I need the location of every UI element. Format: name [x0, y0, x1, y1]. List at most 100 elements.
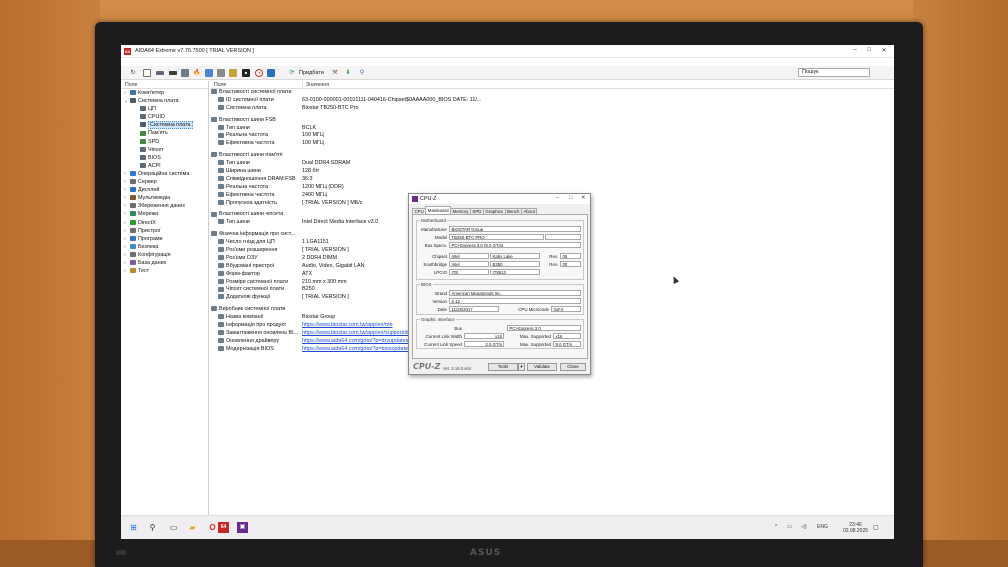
- tree-item[interactable]: BIOS: [121, 154, 208, 162]
- tree-item-label: ЦП: [148, 106, 156, 113]
- gi-max-width-value: x16: [553, 333, 581, 339]
- property-field-label: Назва компанії: [226, 314, 264, 321]
- tree-item[interactable]: SPD: [121, 138, 208, 146]
- property-row[interactable]: ID системної плати 63-0100-000001-0010111…: [210, 97, 894, 105]
- wrench-icon[interactable]: [229, 69, 237, 77]
- tree-item[interactable]: › Пристрої: [121, 227, 208, 235]
- property-field: Реальна частота: [218, 184, 268, 192]
- section-header-row[interactable]: Властивості шини FSB: [210, 117, 894, 125]
- cpuz-version: Ver. 2.16.0.x64: [443, 366, 471, 371]
- tree-item[interactable]: › Мережа: [121, 210, 208, 218]
- cpuz-titlebar[interactable]: CPU-Z – □ ✕: [409, 194, 590, 204]
- tree-item[interactable]: › Комп'ютер: [121, 89, 208, 97]
- monitor-icon[interactable]: [267, 69, 275, 77]
- cpuz-tools-button[interactable]: Tools: [488, 363, 518, 371]
- property-row[interactable]: Ширина шини 128 біт: [210, 168, 894, 176]
- property-icon: [211, 152, 217, 158]
- section-header-row[interactable]: Властивості системної плати: [210, 89, 894, 97]
- wall-right: [913, 0, 1008, 567]
- tree-item-icon: [130, 227, 136, 233]
- window-titlebar[interactable]: 64 AIDA64 Extreme v7.70.7500 [ TRIAL VER…: [121, 45, 894, 58]
- cpuz-tab[interactable]: Mainboard: [425, 206, 452, 214]
- tray-chevron-icon[interactable]: ^: [775, 524, 777, 530]
- search-icon[interactable]: ⚲: [358, 69, 366, 77]
- tree-item[interactable]: › Мультимедіа: [121, 194, 208, 202]
- notification-icon[interactable]: ▢: [873, 524, 879, 531]
- tree-item[interactable]: › Тест: [121, 267, 208, 275]
- cpuz-app-icon: [412, 196, 418, 202]
- property-row[interactable]: Тип шини Dual DDR4 SDRAM: [210, 160, 894, 168]
- minimize-icon[interactable]: –: [848, 47, 862, 53]
- property-link[interactable]: https://www.biostar.com.tw/app/en/mb: [302, 322, 392, 330]
- maximize-icon[interactable]: □: [862, 47, 876, 53]
- refresh-icon[interactable]: ↻: [129, 69, 137, 77]
- column-header-field[interactable]: Поле: [214, 81, 226, 89]
- property-field: Роз'єми ОЗУ: [218, 255, 258, 263]
- benchmark-icon[interactable]: ■: [242, 69, 250, 77]
- taskbar-search-icon[interactable]: ⚲: [147, 522, 158, 533]
- cpuz-close-icon[interactable]: ✕: [581, 195, 586, 201]
- tree-item[interactable]: CPUID: [121, 113, 208, 121]
- opera-icon[interactable]: O: [207, 522, 218, 533]
- cart-icon[interactable]: ⟳: [288, 69, 296, 77]
- tree-item[interactable]: › Програми: [121, 235, 208, 243]
- tree-item[interactable]: ACPI: [121, 162, 208, 170]
- tree-item[interactable]: › Безпека: [121, 243, 208, 251]
- tree-item-icon: [130, 235, 136, 241]
- property-row[interactable]: Реальна частота 1200 МГЦ (DDR): [210, 184, 894, 192]
- model-value: TB250-BTC PRO: [449, 234, 544, 240]
- memory-icon[interactable]: [169, 71, 177, 75]
- report-icon[interactable]: [143, 69, 151, 77]
- cpuz-close-button[interactable]: Close: [560, 363, 586, 371]
- network-icon[interactable]: [217, 69, 225, 77]
- tree-item[interactable]: › Сервер: [121, 178, 208, 186]
- task-view-icon[interactable]: ▭: [168, 522, 179, 533]
- aida64-taskbar-icon[interactable]: 64: [218, 522, 229, 533]
- property-field-label: Реальна частота: [226, 132, 268, 139]
- motherboard-icon[interactable]: [156, 71, 164, 75]
- tools-icon[interactable]: ⚒: [331, 69, 339, 77]
- property-row[interactable]: Тип шини BCLK: [210, 125, 894, 133]
- close-icon[interactable]: ✕: [877, 47, 891, 54]
- taskbar-clock[interactable]: 23:46 02.08.2025: [843, 522, 868, 534]
- tree-item[interactable]: › DirectX: [121, 219, 208, 227]
- section-header-row[interactable]: Властивості шини пам'яті: [210, 152, 894, 160]
- tree-item[interactable]: ЦП: [121, 105, 208, 113]
- tree-item[interactable]: Пам'ять: [121, 129, 208, 137]
- flame-icon[interactable]: 🔥: [193, 69, 201, 77]
- buy-button[interactable]: Придбати: [299, 70, 324, 76]
- tree-item[interactable]: Системна плата: [121, 121, 208, 130]
- property-link[interactable]: https://www.aida64.com/goto/?p=biosupdat…: [302, 346, 411, 354]
- property-field: Пропускна здатність: [218, 200, 277, 208]
- tree-item[interactable]: ⌄ Системна плата: [121, 97, 208, 105]
- hardware-icon[interactable]: [181, 69, 189, 77]
- file-explorer-icon[interactable]: ▰: [187, 522, 198, 533]
- search-input[interactable]: Пошук: [798, 68, 870, 77]
- cpuz-validate-button[interactable]: Validate: [527, 363, 557, 371]
- tree-item[interactable]: › Дисплей: [121, 186, 208, 194]
- tree-item[interactable]: › Збереження даних: [121, 202, 208, 210]
- property-row[interactable]: Реальна частота 100 МГЦ: [210, 132, 894, 140]
- property-row[interactable]: Ефективна частота 100 МГЦ: [210, 140, 894, 148]
- property-row[interactable]: Системна плата Biostar TB250-BTC Pro: [210, 105, 894, 113]
- tree-item[interactable]: Чіпсет: [121, 146, 208, 154]
- volume-tray-icon[interactable]: ◁): [801, 524, 807, 530]
- sensor-icon[interactable]: [205, 69, 213, 77]
- gauge-icon[interactable]: ◔: [255, 69, 263, 77]
- cpuz-minimize-icon[interactable]: –: [556, 195, 559, 201]
- tree-item[interactable]: › Конфігурація: [121, 251, 208, 259]
- cpuz-footer: CPU-Z Ver. 2.16.0.x64 Tools ▾ Validate C…: [412, 362, 588, 373]
- property-field: Властивості системної плати: [211, 89, 291, 97]
- network-tray-icon[interactable]: ▭: [787, 524, 792, 530]
- cpuz-taskbar-icon[interactable]: ▣: [237, 522, 248, 533]
- property-row[interactable]: Співвідношення DRAM:FSB 36:3: [210, 176, 894, 184]
- cpuz-maximize-icon[interactable]: □: [569, 195, 572, 201]
- property-link[interactable]: https://www.aida64.com/goto/?p=drvupdate…: [302, 338, 408, 346]
- download-icon[interactable]: ⬇: [344, 69, 352, 77]
- start-icon[interactable]: ⊞: [128, 522, 139, 533]
- tree-item[interactable]: › Операційна система: [121, 170, 208, 178]
- tree-item[interactable]: › База даних: [121, 259, 208, 267]
- column-header-value[interactable]: Значення: [302, 81, 329, 89]
- cpuz-tools-dropdown-icon[interactable]: ▾: [518, 363, 525, 371]
- language-indicator[interactable]: ENG: [817, 524, 828, 530]
